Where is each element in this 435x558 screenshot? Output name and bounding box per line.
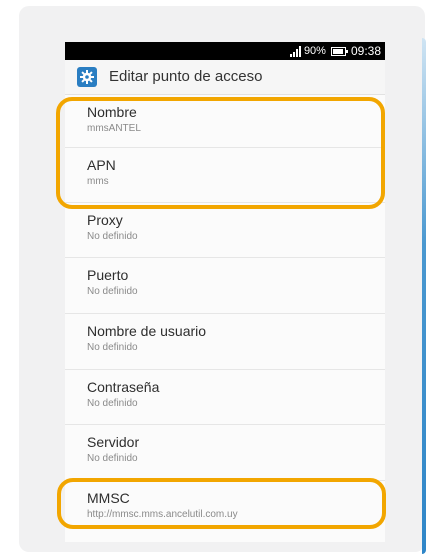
field-row-apn[interactable]: APN mms (65, 148, 385, 203)
battery-percent: 90% (303, 45, 326, 57)
field-label: Contraseña (87, 379, 160, 395)
action-bar: Editar punto de acceso (65, 60, 385, 95)
field-label: Proxy (87, 212, 123, 228)
field-value: mms (87, 176, 109, 187)
field-row-proxy[interactable]: Proxy No definido (65, 203, 385, 258)
field-label: MMSC (87, 490, 130, 506)
field-row-nombre-de-usuario[interactable]: Nombre de usuario No definido (65, 314, 385, 370)
field-value: http://mmsc.mms.ancelutil.com.uy (87, 509, 238, 520)
field-row-servidor[interactable]: Servidor No definido (65, 425, 385, 481)
field-row-puerto[interactable]: Puerto No definido (65, 258, 385, 314)
field-label: Servidor (87, 434, 140, 450)
frame-edge-accent (422, 38, 426, 554)
battery-icon (330, 46, 348, 56)
field-label: APN (87, 157, 116, 173)
field-value: No definido (87, 342, 138, 353)
field-value: No definido (87, 286, 138, 297)
field-label: Nombre de usuario (87, 323, 207, 339)
signal-icon (289, 45, 301, 57)
field-label: Puerto (87, 267, 129, 283)
status-time: 09:38 (350, 44, 381, 58)
phone-screen: 90% 09:38 Editar punto de acceso Nombre … (65, 42, 385, 542)
page-title: Editar punto de acceso (109, 68, 263, 85)
field-row-contrasena[interactable]: Contraseña No definido (65, 370, 385, 425)
gear-icon (80, 70, 94, 84)
settings-gear-icon[interactable] (77, 67, 97, 87)
field-row-nombre[interactable]: Nombre mmsANTEL (65, 95, 385, 148)
field-value: No definido (87, 398, 138, 409)
status-bar: 90% 09:38 (65, 42, 385, 60)
field-value: No definido (87, 231, 138, 242)
field-row-mmsc[interactable]: MMSC http://mmsc.mms.ancelutil.com.uy (65, 481, 385, 536)
field-label: Nombre (87, 104, 137, 120)
status-indicators: 90% 09:38 (289, 44, 381, 58)
field-value: No definido (87, 453, 138, 464)
field-value: mmsANTEL (87, 123, 141, 134)
